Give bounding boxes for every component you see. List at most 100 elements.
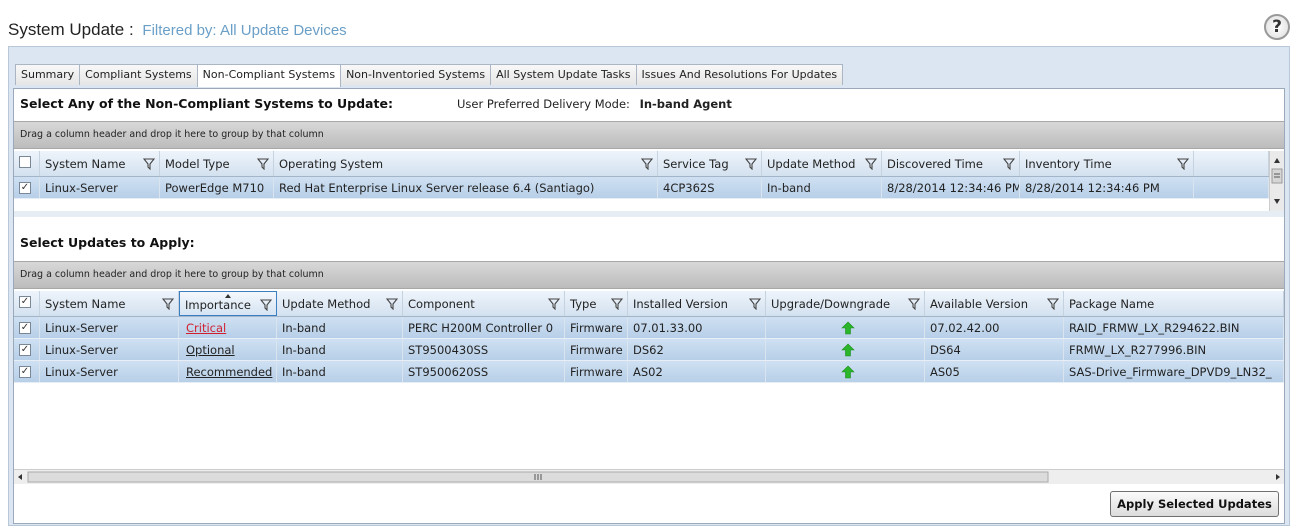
cell-type: Firmware [565,361,628,382]
filter-funnel-icon[interactable] [1047,298,1059,310]
filter-funnel-icon[interactable] [908,298,920,310]
importance-link[interactable]: Recommended [186,365,272,379]
delivery-mode-value: In-band Agent [639,97,732,111]
column-header-update-method[interactable]: Update Method [277,291,403,316]
filter-funnel-icon[interactable] [865,158,877,170]
column-header-discovered-time[interactable]: Discovered Time [882,151,1020,176]
cell-system-name: Linux-Server [40,339,179,360]
checkbox-icon[interactable] [19,156,31,168]
filter-funnel-icon[interactable] [1177,158,1189,170]
tab-compliant-systems[interactable]: Compliant Systems [79,64,198,85]
column-header-label: Installed Version [633,297,728,311]
update-row-checkbox[interactable]: ✓ [14,361,40,382]
system-row-checkbox[interactable]: ✓ [14,177,40,198]
column-header-filler [1194,151,1269,176]
cell-model-type: PowerEdge M710 [160,177,274,198]
checkbox-checked-icon[interactable]: ✓ [19,296,31,308]
filter-funnel-icon[interactable] [611,298,623,310]
column-header-type[interactable]: Type [565,291,628,316]
tab-all-system-update-tasks[interactable]: All System Update Tasks [490,64,637,85]
select-all-systems-checkbox[interactable] [14,151,40,176]
column-header-label: Operating System [279,157,384,171]
filter-funnel-icon[interactable] [257,158,269,170]
cell-component: ST9500620SS [403,361,565,382]
tab-non-compliant-systems[interactable]: Non-Compliant Systems [196,64,342,87]
cell-installed-version: DS62 [628,339,766,360]
apply-selected-updates-button[interactable]: Apply Selected Updates [1110,491,1279,517]
cell-installed-version: AS02 [628,361,766,382]
column-header-operating-system[interactable]: Operating System [274,151,658,176]
system-row[interactable]: ✓ Linux-Server PowerEdge M710 Red Hat Enter… [14,177,1284,199]
importance-link[interactable]: Optional [186,343,235,357]
update-row[interactable]: ✓ Linux-Server Recommended In-band ST9500620… [14,361,1284,383]
column-header-label: Discovered Time [887,157,983,171]
systems-group-bar[interactable]: Drag a column header and drop it here to… [14,121,1284,149]
column-header-importance[interactable]: Importance [179,291,277,316]
systems-grid-header: System Name Model Type Operating System Ser… [14,151,1284,177]
column-header-direction[interactable]: Upgrade/Downgrade [766,291,925,316]
sort-ascending-icon [225,294,231,298]
column-header-label: System Name [45,297,126,311]
upgrade-arrow-icon [840,343,855,357]
help-icon[interactable]: ? [1264,14,1290,40]
cell-importance: Critical [179,317,277,338]
systems-vertical-scrollbar[interactable] [1269,151,1284,211]
column-header-package-name[interactable]: Package Name [1064,291,1284,316]
column-header-model-type[interactable]: Model Type [160,151,274,176]
filter-funnel-icon[interactable] [386,298,398,310]
cell-package-name: RAID_FRMW_LX_R294622.BIN [1064,317,1284,338]
column-header-label: Model Type [165,157,230,171]
update-row-checkbox[interactable]: ✓ [14,339,40,360]
select-all-updates-checkbox[interactable]: ✓ [14,291,40,316]
column-header-label: Importance [185,298,251,312]
filter-funnel-icon[interactable] [1003,158,1015,170]
grid-splitter[interactable] [14,211,1284,217]
column-header-label: Service Tag [663,157,729,171]
scrollbar-arrows-icon [1271,158,1283,204]
importance-link[interactable]: Critical [186,321,226,335]
column-header-label: Update Method [282,297,371,311]
cell-system-name: Linux-Server [40,177,160,198]
delivery-mode-label: User Preferred Delivery Mode: [457,97,630,111]
updates-grid-header: ✓ System Name Importance Update Method Compo… [14,291,1284,317]
filter-label: Filtered by: All Update Devices [142,22,347,39]
update-row[interactable]: ✓ Linux-Server Critical In-band PERC H200M C… [14,317,1284,339]
checkbox-checked-icon[interactable]: ✓ [19,182,31,194]
column-header-label: Type [570,297,597,311]
update-row-checkbox[interactable]: ✓ [14,317,40,338]
column-header-label: Package Name [1069,297,1155,311]
filter-funnel-icon[interactable] [641,158,653,170]
updates-horizontal-scrollbar[interactable] [14,469,1284,484]
updates-group-bar[interactable]: Drag a column header and drop it here to… [14,261,1284,289]
tab-non-inventoried-systems[interactable]: Non-Inventoried Systems [340,64,492,85]
checkbox-checked-icon[interactable]: ✓ [19,344,31,356]
column-header-system-name[interactable]: System Name [40,151,160,176]
updates-section-title: Select Updates to Apply: [20,235,195,250]
column-header-system-name[interactable]: System Name [40,291,179,316]
filter-funnel-icon[interactable] [745,158,757,170]
update-row[interactable]: ✓ Linux-Server Optional In-band ST9500430SS F… [14,339,1284,361]
cell-operating-system: Red Hat Enterprise Linux Server release … [274,177,658,198]
tab-summary[interactable]: Summary [15,64,81,85]
cell-update-method: In-band [762,177,882,198]
filter-funnel-icon[interactable] [162,298,174,310]
column-header-installed-version[interactable]: Installed Version [628,291,766,316]
upgrade-arrow-icon [840,321,855,335]
cell-service-tag: 4CP362S [658,177,762,198]
tab-strip: Summary Compliant Systems Non-Compliant Sy… [15,64,844,87]
tab-issues-and-resolutions-for-updates[interactable]: Issues And Resolutions For Updates [635,64,844,85]
filter-funnel-icon[interactable] [260,299,272,311]
non-compliant-panel: Select Any of the Non-Compliant Systems … [13,88,1285,524]
column-header-inventory-time[interactable]: Inventory Time [1020,151,1194,176]
filter-funnel-icon[interactable] [749,298,761,310]
column-header-update-method[interactable]: Update Method [762,151,882,176]
checkbox-checked-icon[interactable]: ✓ [19,322,31,334]
delivery-mode: User Preferred Delivery Mode: In-band Ag… [457,97,732,111]
column-header-service-tag[interactable]: Service Tag [658,151,762,176]
checkbox-checked-icon[interactable]: ✓ [19,366,31,378]
filter-funnel-icon[interactable] [143,158,155,170]
filter-funnel-icon[interactable] [548,298,560,310]
column-header-component[interactable]: Component [403,291,565,316]
column-header-available-version[interactable]: Available Version [925,291,1064,316]
systems-section-title: Select Any of the Non-Compliant Systems … [20,96,393,111]
